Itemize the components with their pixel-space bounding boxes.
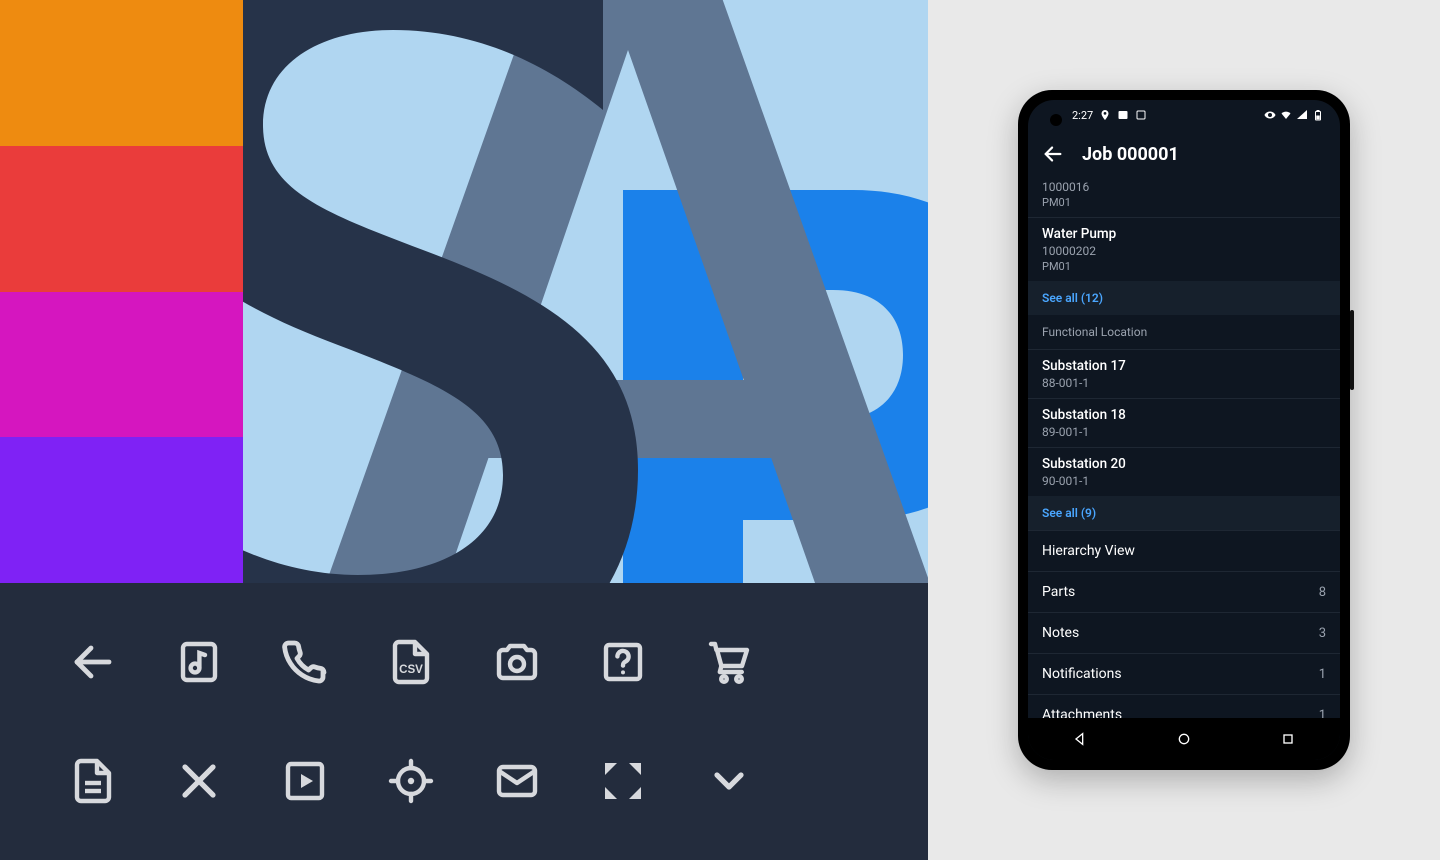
list-item[interactable]: Substation 17 88-001-1 [1028, 350, 1340, 398]
row-link[interactable]: Hierarchy View [1028, 530, 1340, 571]
row-link-label: Attachments [1042, 707, 1122, 718]
locate-icon [387, 757, 435, 805]
back-icon[interactable] [1042, 143, 1064, 165]
app-icon [1135, 109, 1147, 121]
row-link-count: 1 [1319, 667, 1326, 682]
arrow-left-icon [69, 638, 117, 686]
list-item[interactable]: Water Pump 10000202 PM01 [1028, 218, 1340, 281]
svg-text:CSV: CSV [399, 663, 423, 676]
wifi-icon [1280, 109, 1292, 121]
section-functional-location: Functional Location [1028, 315, 1340, 349]
design-panel: CSV [0, 0, 928, 860]
row-link-label: Hierarchy View [1042, 543, 1135, 559]
sap-logo [243, 0, 928, 583]
swatch-purple [0, 437, 243, 583]
row-link-label: Parts [1042, 584, 1075, 600]
list-item[interactable]: Substation 20 90-001-1 [1028, 448, 1340, 496]
item-id: 10000202 [1042, 244, 1326, 258]
swatch-red [0, 146, 243, 292]
row-link[interactable]: Attachments 1 [1028, 694, 1340, 718]
swatch-orange [0, 0, 243, 146]
document-icon [69, 757, 117, 805]
item-name: Substation 17 [1042, 358, 1326, 374]
item-id: 88-001-1 [1042, 376, 1326, 390]
sap-logo-area [243, 0, 928, 583]
camera-hole [1050, 114, 1062, 126]
mail-icon [493, 757, 541, 805]
item-name: Substation 18 [1042, 407, 1326, 423]
nav-back-icon[interactable] [1072, 731, 1088, 747]
battery-icon [1312, 109, 1324, 121]
android-navbar [1028, 718, 1340, 760]
color-swatches [0, 0, 243, 583]
hero [0, 0, 928, 583]
see-all-equipment[interactable]: See all (12) [1028, 281, 1340, 315]
list-item[interactable]: Substation 18 89-001-1 [1028, 399, 1340, 447]
row-link-count: 1 [1319, 708, 1326, 719]
signal-icon [1296, 109, 1308, 121]
item-id: 1000016 [1042, 180, 1326, 194]
music-file-icon [175, 638, 223, 686]
nav-recent-icon[interactable] [1280, 731, 1296, 747]
see-all-func-loc[interactable]: See all (9) [1028, 496, 1340, 530]
row-link[interactable]: Notifications 1 [1028, 653, 1340, 694]
location-icon [1099, 109, 1111, 121]
camera-icon [493, 638, 541, 686]
image-icon [1117, 109, 1129, 121]
row-link-label: Notes [1042, 625, 1079, 641]
status-bar: 2:27 [1028, 100, 1340, 130]
eye-icon [1264, 109, 1276, 121]
phone-icon [281, 638, 329, 686]
close-icon [175, 757, 223, 805]
row-link[interactable]: Parts 8 [1028, 571, 1340, 612]
list-item[interactable]: 1000016 PM01 [1028, 180, 1340, 217]
row-link[interactable]: Notes 3 [1028, 612, 1340, 653]
row-link-count: 8 [1319, 585, 1326, 600]
csv-file-icon: CSV [387, 638, 435, 686]
phone-frame: 2:27 Job 000001 1000016 [1018, 90, 1350, 770]
item-id: 90-001-1 [1042, 474, 1326, 488]
item-code: PM01 [1042, 260, 1326, 273]
chevron-down-icon [705, 757, 753, 805]
swatch-magenta [0, 292, 243, 438]
nav-home-icon[interactable] [1176, 731, 1192, 747]
content-scroll[interactable]: 1000016 PM01 Water Pump 10000202 PM01 Se… [1028, 178, 1340, 718]
item-name: Water Pump [1042, 226, 1326, 242]
cart-icon [705, 638, 753, 686]
row-link-count: 3 [1319, 626, 1326, 641]
fullscreen-icon [599, 757, 647, 805]
help-box-icon [599, 638, 647, 686]
item-code: PM01 [1042, 196, 1326, 209]
phone-screen: 2:27 Job 000001 1000016 [1028, 100, 1340, 760]
page-title: Job 000001 [1082, 144, 1179, 165]
app-bar: Job 000001 [1028, 130, 1340, 178]
item-id: 89-001-1 [1042, 425, 1326, 439]
status-time: 2:27 [1072, 109, 1093, 122]
item-name: Substation 20 [1042, 456, 1326, 472]
phone-mockup-area: 2:27 Job 000001 1000016 [928, 0, 1440, 860]
play-box-icon [281, 757, 329, 805]
icon-grid: CSV [0, 583, 928, 860]
row-link-label: Notifications [1042, 666, 1122, 682]
